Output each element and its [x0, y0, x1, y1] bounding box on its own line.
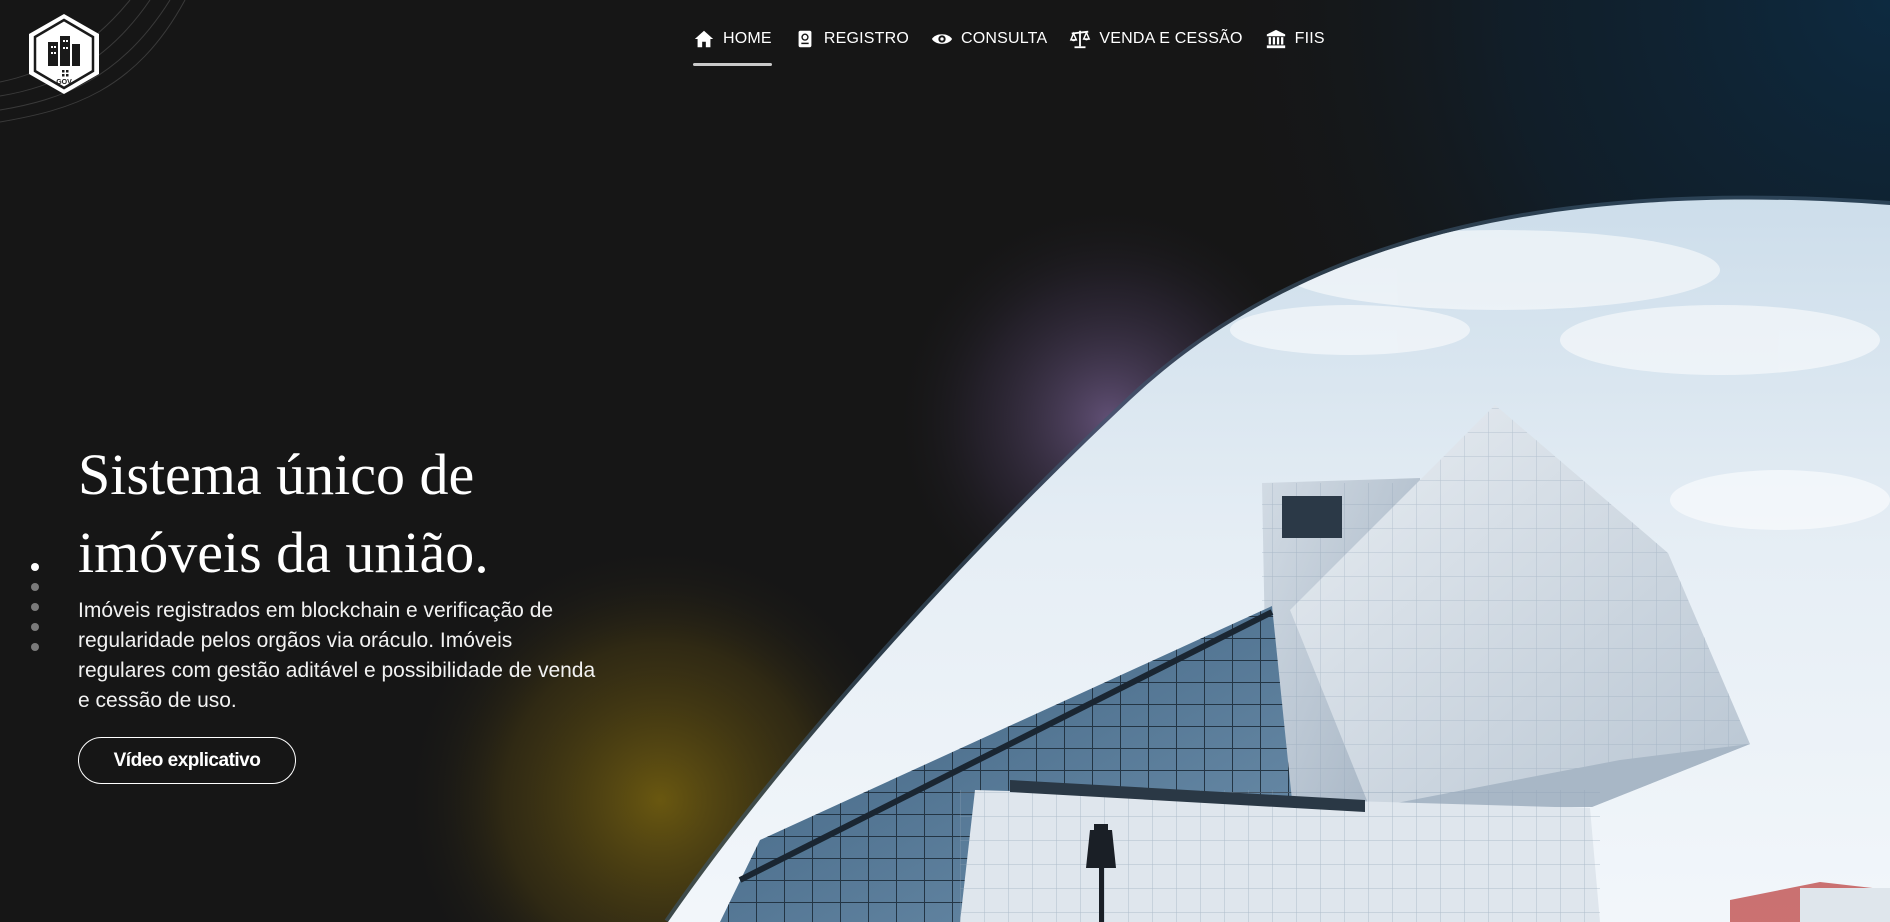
nav-item-label: VENDA E CESSÃO — [1099, 30, 1243, 47]
nav-item-label: REGISTRO — [823, 30, 909, 47]
main-nav: HOME REGISTRO CONSULTA VENDA E CESSÃO FI… — [693, 28, 1325, 66]
gov-logo[interactable]: GOV — [26, 12, 102, 96]
nav-item-consulta[interactable]: CONSULTA — [931, 28, 1047, 54]
nav-item-label: FIIS — [1294, 30, 1325, 47]
slider-dot[interactable] — [31, 603, 39, 611]
nav-item-fiis[interactable]: FIIS — [1265, 28, 1325, 54]
gov-logo-icon: GOV — [29, 14, 99, 94]
hero-page: GOV HOME REGISTRO CONSULTA VENDA E CESSÃ… — [0, 0, 1890, 922]
hero-description: Imóveis registrados em blockchain e veri… — [78, 599, 596, 712]
hero-title: Sistema único de imóveis da união. — [78, 442, 489, 585]
nav-item-registro[interactable]: REGISTRO — [794, 28, 909, 54]
eye-icon — [931, 34, 953, 44]
nav-item-home[interactable]: HOME — [693, 28, 772, 66]
home-icon — [694, 30, 714, 48]
slider-dot[interactable] — [31, 583, 39, 591]
slider-dot[interactable] — [31, 563, 39, 571]
nav-item-label: HOME — [723, 30, 772, 47]
bank-icon — [1266, 29, 1285, 49]
slider-dots — [31, 563, 39, 651]
scale-icon — [1070, 30, 1091, 49]
passport-icon — [798, 30, 812, 48]
gov-logo-text: GOV — [56, 79, 72, 86]
slider-dot[interactable] — [31, 623, 39, 631]
nav-item-label: CONSULTA — [960, 30, 1048, 47]
nav-item-venda-cessao[interactable]: VENDA E CESSÃO — [1069, 28, 1242, 54]
video-button[interactable]: Vídeo explicativo — [78, 737, 296, 784]
slider-dot[interactable] — [31, 643, 39, 651]
